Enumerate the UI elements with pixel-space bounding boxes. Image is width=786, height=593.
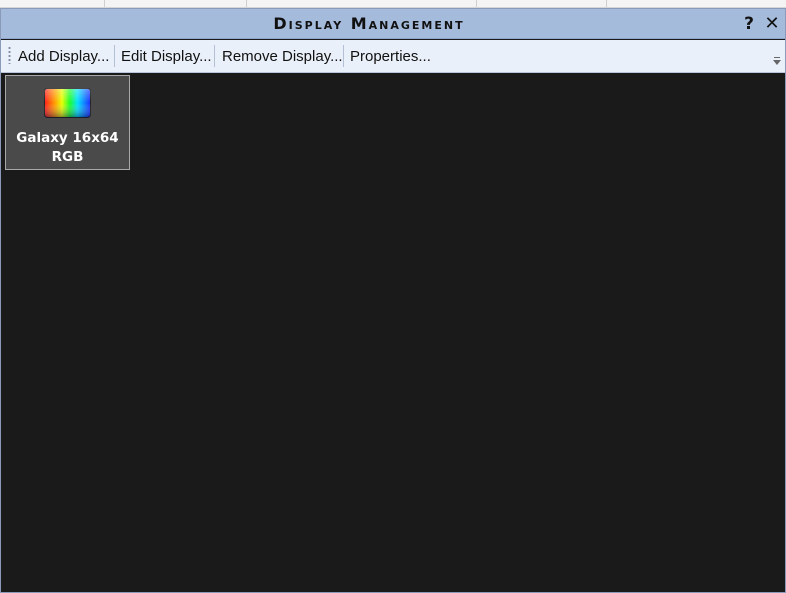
strip-divider (476, 0, 477, 7)
toolbar-separator (343, 45, 344, 67)
display-list-area[interactable]: Galaxy 16x64 RGB (1, 74, 785, 592)
toolbar-overflow-icon[interactable] (772, 57, 782, 69)
display-name-line: Galaxy 16x64 (16, 130, 119, 146)
remove-display-button[interactable]: Remove Display... (222, 46, 343, 67)
close-button[interactable]: ✕ (762, 13, 782, 35)
parent-window-strip (0, 0, 786, 8)
display-management-window: Display Management ? ✕ Add Display... Ed… (0, 8, 786, 593)
properties-button[interactable]: Properties... (350, 46, 431, 67)
strip-divider (104, 0, 105, 7)
toolbar-separator (114, 45, 115, 67)
strip-divider (606, 0, 607, 7)
display-item-galaxy[interactable]: Galaxy 16x64 RGB (5, 75, 130, 170)
toolbar: Add Display... Edit Display... Remove Di… (1, 40, 785, 73)
toolbar-separator (214, 45, 215, 67)
window-title: Display Management (273, 14, 465, 33)
add-display-button[interactable]: Add Display... (18, 46, 109, 67)
strip-divider (246, 0, 247, 7)
display-type-line: RGB (51, 149, 84, 165)
help-button[interactable]: ? (739, 13, 759, 35)
title-bar[interactable]: Display Management ? ✕ (1, 9, 785, 39)
edit-display-button[interactable]: Edit Display... (121, 46, 212, 67)
rgb-display-icon (44, 88, 91, 118)
toolbar-grip-handle[interactable] (8, 46, 11, 64)
display-item-label: Galaxy 16x64 RGB (6, 129, 129, 167)
